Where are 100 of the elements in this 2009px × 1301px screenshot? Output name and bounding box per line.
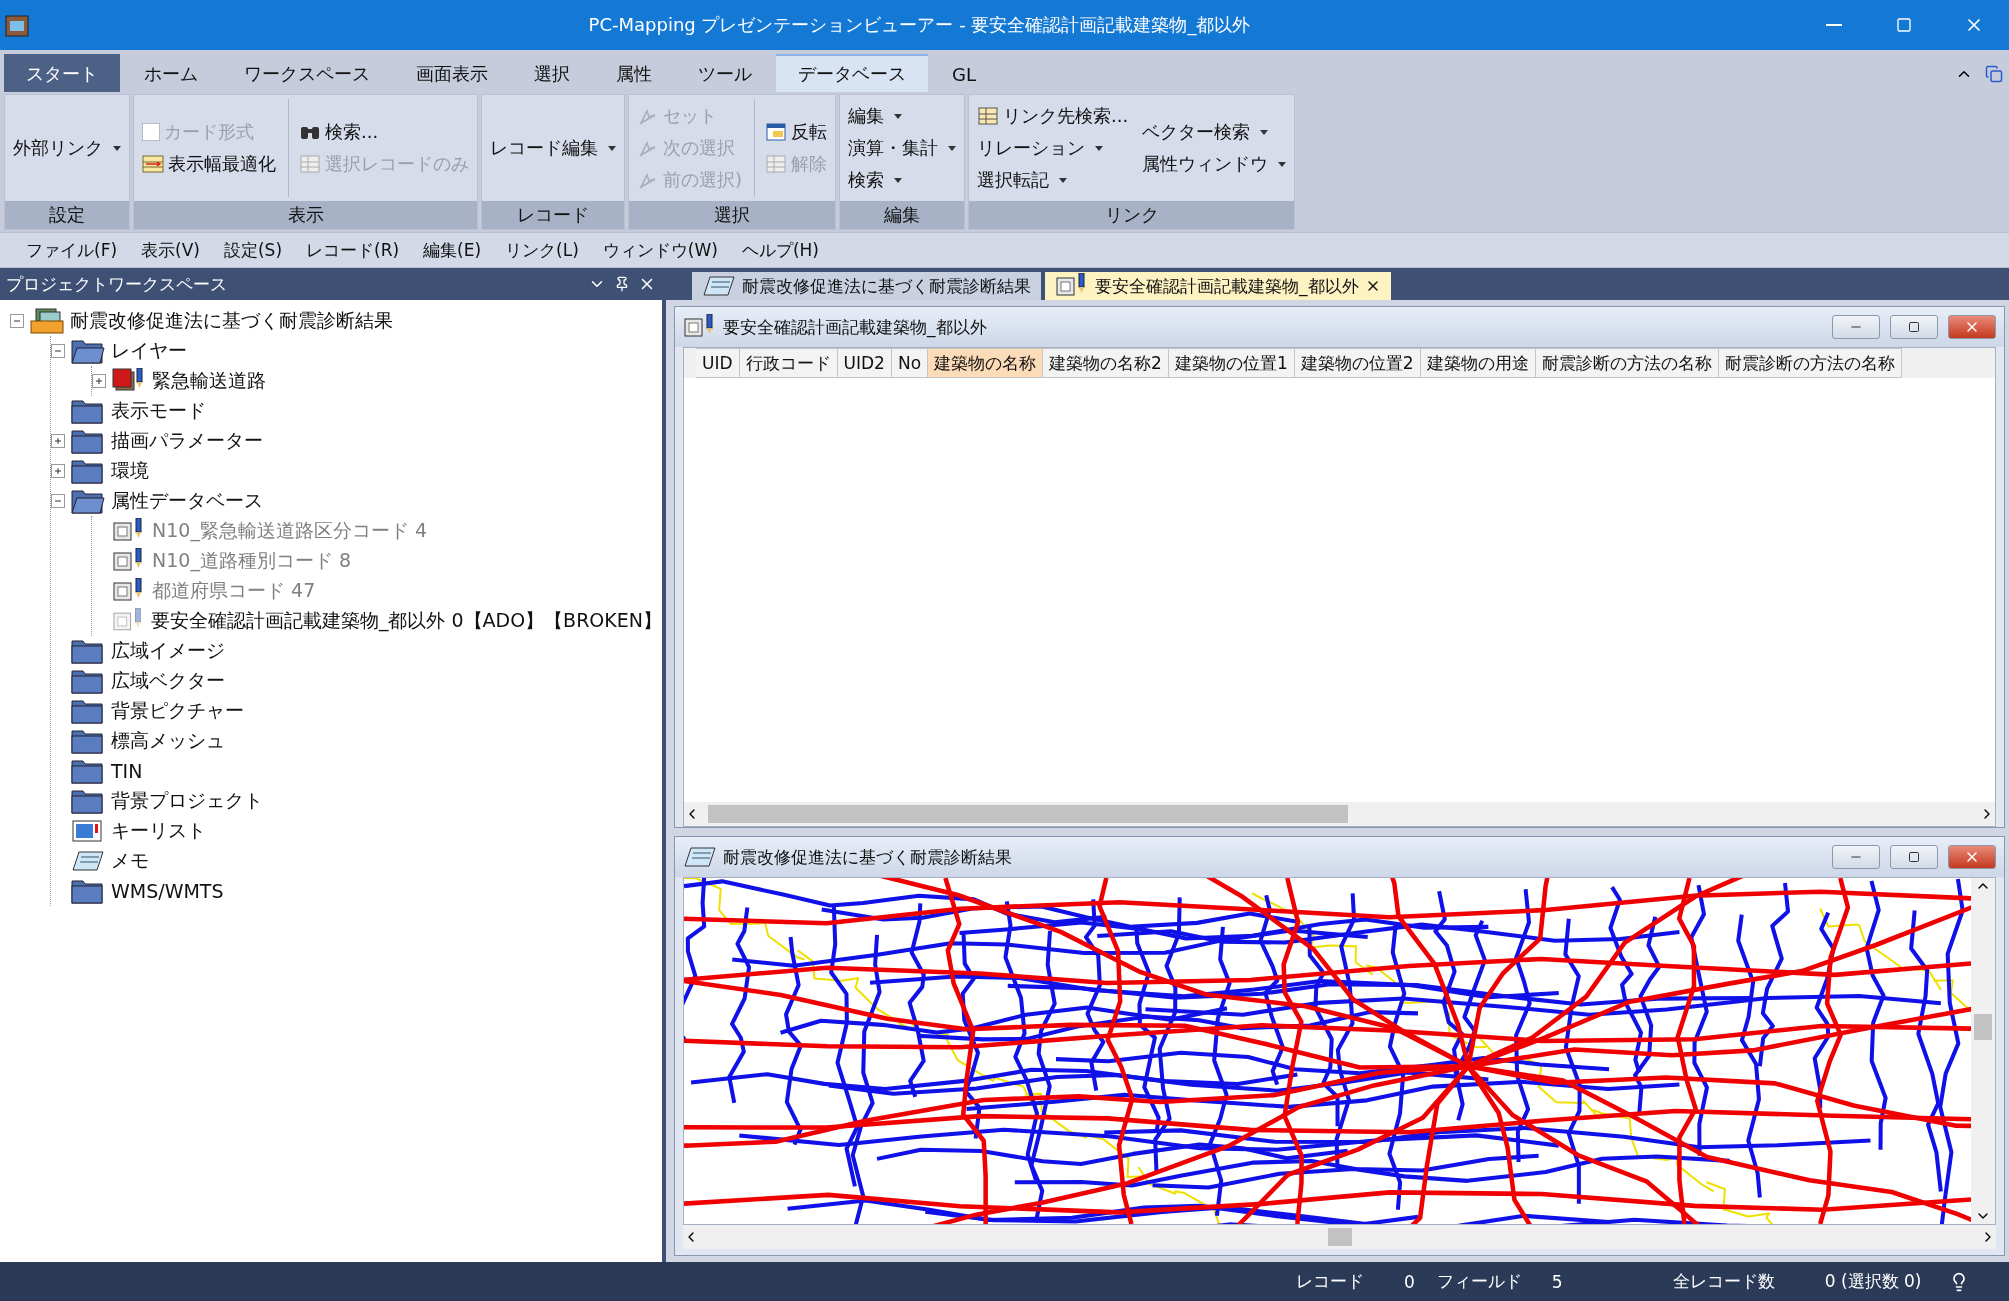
- column-header[interactable]: 耐震診断の方法の名称: [1535, 348, 1719, 378]
- tree-item[interactable]: 背景プロジェクト: [111, 788, 263, 814]
- group-label: リンク: [969, 201, 1295, 229]
- document-tab[interactable]: 耐震改修促進法に基づく耐震診断結果: [692, 272, 1041, 300]
- ribbon-button[interactable]: 演算・集計: [846, 134, 959, 162]
- column-header[interactable]: 建築物の名称: [928, 348, 1044, 378]
- scroll-thumb[interactable]: [1974, 1014, 1992, 1040]
- folder-icon: [71, 458, 105, 484]
- menu-item[interactable]: 表示(V): [129, 238, 212, 262]
- ribbon-button[interactable]: 表示幅最適化: [140, 150, 278, 178]
- menu-item[interactable]: ファイル(F): [14, 238, 130, 262]
- stacked-files-icon: [30, 307, 64, 335]
- vertical-scrollbar[interactable]: [1971, 878, 1995, 1224]
- group-label: 設定: [5, 201, 129, 229]
- ribbon-button[interactable]: 反転: [763, 118, 830, 146]
- tree-item[interactable]: 属性データベース: [111, 488, 263, 514]
- column-header[interactable]: UID2: [837, 348, 892, 378]
- app-icon[interactable]: [4, 12, 30, 38]
- tree-item[interactable]: 耐震改修促進法に基づく耐震診断結果: [70, 308, 393, 334]
- status-text: 0 (選択数 0): [1824, 1270, 1922, 1293]
- minimize-button[interactable]: [1832, 315, 1880, 339]
- tree-item[interactable]: TIN: [111, 760, 143, 782]
- menu-item[interactable]: 設定(S): [211, 238, 294, 262]
- tree-item[interactable]: 緊急輸送道路: [152, 368, 266, 394]
- window-title: PC-Mapping プレゼンテーションビューアー - 要安全確認計画記載建築物_都以外: [587, 13, 1252, 37]
- ribbon-tab[interactable]: 選択: [512, 54, 592, 92]
- scroll-thumb[interactable]: [1327, 1228, 1352, 1246]
- road-map-drawing[interactable]: [684, 878, 1971, 1224]
- ribbon-button[interactable]: リレーション: [975, 134, 1131, 162]
- ribbon-tab[interactable]: データベース: [776, 54, 928, 92]
- column-header[interactable]: 建築物の位置2: [1294, 348, 1421, 378]
- tree-item[interactable]: 標高メッシュ: [111, 728, 225, 754]
- expand-icon[interactable]: [51, 464, 65, 478]
- pin-icon[interactable]: [614, 276, 630, 292]
- collapse-icon[interactable]: [51, 344, 65, 358]
- menu-item[interactable]: ヘルプ(H): [729, 238, 831, 262]
- tree-item[interactable]: 環境: [111, 458, 149, 484]
- scroll-thumb[interactable]: [708, 805, 1348, 823]
- column-header[interactable]: UID: [696, 348, 740, 378]
- tree-item[interactable]: 要安全確認計画記載建築物_都以外 0【ADO】【BROKEN】: [150, 608, 662, 634]
- ribbon-tab[interactable]: GL: [930, 54, 998, 92]
- close-button[interactable]: [1948, 315, 1996, 339]
- document-tab[interactable]: 要安全確認計画記載建築物_都以外: [1045, 272, 1391, 300]
- tree-item[interactable]: 広域イメージ: [111, 638, 225, 664]
- ribbon-button[interactable]: リンク先検索...: [975, 102, 1131, 130]
- restore-button[interactable]: [1890, 845, 1938, 869]
- collapse-icon[interactable]: [10, 314, 24, 328]
- minimize-button[interactable]: [1832, 845, 1880, 869]
- tree-item[interactable]: N10_緊急輸送道路区分コード 4: [152, 518, 428, 544]
- folder-icon: [71, 788, 105, 814]
- ribbon-button[interactable]: 属性ウィンドウ: [1140, 150, 1289, 178]
- column-header[interactable]: No: [891, 348, 929, 378]
- notepad-icon: [683, 844, 717, 870]
- menu-item[interactable]: リンク(L): [493, 238, 591, 262]
- ribbon-button[interactable]: 検索: [846, 166, 959, 194]
- tree-item[interactable]: 広域ベクター: [111, 668, 225, 694]
- menu-item[interactable]: ウィンドウ(W): [590, 238, 730, 262]
- column-header[interactable]: 建築物の名称2: [1043, 348, 1169, 378]
- tree-item[interactable]: 表示モード: [111, 398, 206, 424]
- ribbon-button[interactable]: 検索...: [297, 118, 471, 146]
- column-header[interactable]: 建築物の位置1: [1168, 348, 1295, 378]
- tree-item[interactable]: レイヤー: [111, 338, 187, 364]
- tree-item[interactable]: メモ: [111, 848, 149, 874]
- ribbon-tab[interactable]: スタート: [4, 54, 120, 92]
- ribbon-button[interactable]: ベクター検索: [1140, 118, 1289, 146]
- column-header[interactable]: 行政コード: [739, 348, 838, 378]
- horizontal-scrollbar[interactable]: [683, 1225, 1996, 1249]
- ribbon-tab[interactable]: 画面表示: [394, 54, 510, 92]
- status-text: レコード: [1296, 1270, 1364, 1293]
- ribbon-button[interactable]: レコード編集: [488, 134, 618, 162]
- ribbon-tab[interactable]: 属性: [594, 54, 674, 92]
- column-header[interactable]: 建築物の用途: [1420, 348, 1536, 378]
- tree-item[interactable]: N10_道路種別コード 8: [152, 548, 352, 574]
- ribbon-button[interactable]: 選択転記: [975, 166, 1131, 194]
- open-folder-icon: [71, 488, 105, 514]
- folder-icon: [71, 638, 105, 664]
- folder-icon: [71, 728, 105, 754]
- menu-item[interactable]: 編集(E): [411, 238, 494, 262]
- folder-icon: [71, 668, 105, 694]
- expand-icon[interactable]: [51, 434, 65, 448]
- column-header[interactable]: 耐震診断の方法の名称: [1718, 348, 1902, 378]
- notepad-icon: [71, 848, 105, 874]
- horizontal-scrollbar[interactable]: [684, 802, 1995, 826]
- ribbon-button[interactable]: 編集: [846, 102, 959, 130]
- ribbon-tab[interactable]: ホーム: [122, 54, 220, 92]
- ribbon-button[interactable]: 外部リンク: [11, 134, 123, 162]
- close-button[interactable]: [1948, 845, 1996, 869]
- ribbon-tab[interactable]: ワークスペース: [222, 54, 392, 92]
- ribbon-tab[interactable]: ツール: [676, 54, 774, 92]
- tree-item[interactable]: キーリスト: [111, 818, 206, 844]
- tree-item[interactable]: WMS/WMTS: [111, 880, 224, 902]
- menu-item[interactable]: レコード(R): [294, 238, 412, 262]
- collapse-icon[interactable]: [51, 494, 65, 508]
- tree-item[interactable]: 都道府県コード 47: [152, 578, 316, 604]
- restore-button[interactable]: [1890, 315, 1938, 339]
- status-text: フィールド: [1436, 1270, 1522, 1293]
- tree-item[interactable]: 背景ピクチャー: [111, 698, 244, 724]
- tree-item[interactable]: 描画パラメーター: [111, 428, 263, 454]
- maximize-icon: [1896, 17, 1912, 33]
- expand-icon[interactable]: [92, 374, 106, 388]
